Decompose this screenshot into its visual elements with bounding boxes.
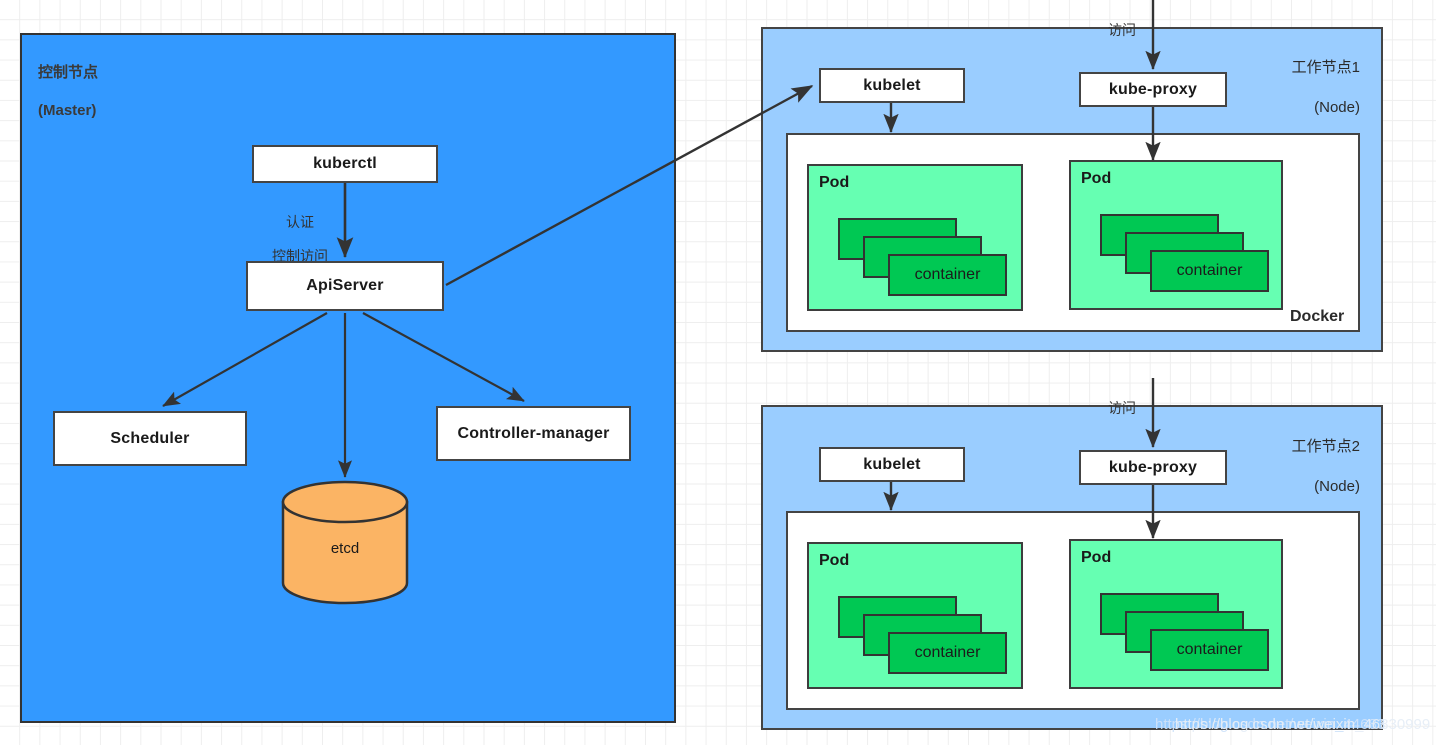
docker-label-text-1: Docker [1290, 308, 1345, 325]
worker-node-1-pod-1[interactable]: Pod container [807, 164, 1023, 311]
container-front-label-2-2: container [1176, 641, 1243, 658]
worker-node-2-label-line1: 工作节点2 [1291, 438, 1360, 455]
container-front-1-2[interactable]: container [1150, 250, 1269, 292]
worker-node-2-pod-2[interactable]: Pod container [1069, 539, 1283, 689]
kuberctl-label: kuberctl [313, 155, 377, 172]
container-front-label-1-1: container [914, 266, 981, 283]
container-front-2-2[interactable]: container [1150, 629, 1269, 671]
pod-label-1-1: Pod [819, 174, 850, 191]
apiserver-box[interactable]: ApiServer [246, 261, 444, 311]
watermark-line-b: https://blog.csdn.net/weixin_46830999 [1175, 716, 1430, 733]
master-node-label-line2: (Master) [38, 102, 97, 119]
worker-node-1-access-label: 访问 [1092, 5, 1152, 39]
pod-label-2-1: Pod [819, 552, 850, 569]
access-label-text-2: 访问 [1108, 400, 1136, 416]
master-node-label-line1: 控制节点 [38, 64, 99, 81]
worker-node-2-label-line2: (Node) [1314, 478, 1360, 495]
worker-node-2-access-label: 访问 [1092, 383, 1152, 417]
worker-node-2-pod-1[interactable]: Pod container [807, 542, 1023, 689]
pod-label-2-2: Pod [1081, 549, 1112, 566]
kubelet-label-2: kubelet [863, 455, 921, 473]
worker-node-1-label-line2: (Node) [1314, 99, 1360, 116]
container-front-2-1[interactable]: container [888, 632, 1007, 674]
container-front-label-2-1: container [914, 644, 981, 661]
kube-proxy-label-2: kube-proxy [1108, 458, 1198, 476]
worker-node-1-pod-2[interactable]: Pod container [1069, 160, 1283, 310]
diagram-canvas: 控制节点 (Master) kuberctl 认证 控制访问 ApiServer… [0, 0, 1436, 745]
master-node-container [20, 33, 676, 723]
kubelet-label-1: kubelet [863, 76, 921, 94]
apiserver-label: ApiServer [306, 277, 384, 294]
etcd-cylinder[interactable]: etcd [280, 480, 410, 605]
container-front-label-1-2: container [1176, 262, 1243, 279]
controller-manager-label: Controller-manager [457, 424, 610, 442]
container-front-1-1[interactable]: container [888, 254, 1007, 296]
kube-proxy-label-1: kube-proxy [1108, 80, 1198, 98]
etcd-label: etcd [330, 540, 360, 557]
pod-label-1-2: Pod [1081, 170, 1112, 187]
worker-node-2-kubelet-box[interactable]: kubelet [819, 447, 965, 482]
worker-node-1-docker-label: Docker [1290, 290, 1344, 326]
controller-manager-box[interactable]: Controller-manager [436, 406, 631, 461]
master-node-label: 控制节点 (Master) [38, 44, 98, 120]
worker-node-1-label-line1: 工作节点1 [1291, 59, 1360, 76]
worker-node-1-label: 工作节点1 (Node) [1210, 38, 1360, 118]
scheduler-label: Scheduler [110, 429, 190, 447]
scheduler-box[interactable]: Scheduler [53, 411, 247, 466]
watermark-text-b: https://blog.csdn.net/weixin_46830999 [1175, 716, 1431, 733]
worker-node-2-label: 工作节点2 (Node) [1210, 417, 1360, 497]
auth-edge-label-line1: 认证 [286, 214, 314, 230]
worker-node-1-kubelet-box[interactable]: kubelet [819, 68, 965, 103]
kuberctl-box[interactable]: kuberctl [252, 145, 438, 183]
worker-node-1-kube-proxy-box[interactable]: kube-proxy [1079, 72, 1227, 107]
access-label-text-1: 访问 [1108, 22, 1136, 38]
auth-edge-label: 认证 控制访问 [262, 197, 338, 265]
worker-node-2-kube-proxy-box[interactable]: kube-proxy [1079, 450, 1227, 485]
